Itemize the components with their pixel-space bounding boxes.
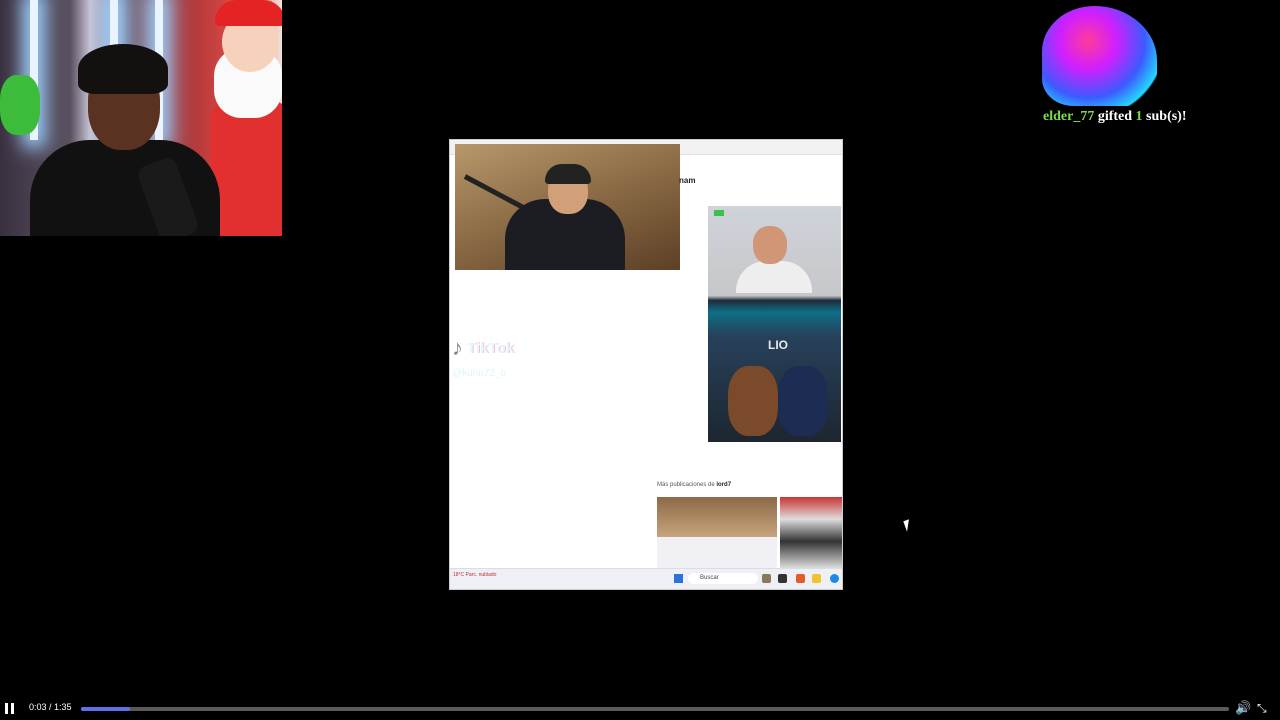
alert-count: 1 <box>1135 109 1143 124</box>
seek-bar-progress <box>81 707 131 711</box>
post-thumbnail-caption <box>657 537 777 571</box>
player-controls: 0:03 / 1:35 🔊 ⤡ <box>0 697 1280 720</box>
time-display: 0:03 / 1:35 <box>29 702 72 712</box>
alert-suffix: sub(s)! <box>1142 109 1187 124</box>
weather-status: 18°C Parc. nublado <box>453 572 497 578</box>
alert-username: elder_77 <box>1043 109 1095 124</box>
tiktok-logo-icon: ♪ <box>452 335 463 360</box>
taskbar-app-icon[interactable] <box>796 574 805 583</box>
volume-button[interactable]: 🔊 <box>1235 701 1251 715</box>
alert-text: elder_77 gifted 1 sub(s)! <box>1043 109 1187 125</box>
more-posts-heading: Más publicaciones de lord7 <box>657 482 731 488</box>
santa-decoration <box>210 100 282 236</box>
windows-taskbar: 18°C Parc. nublado Buscar <box>450 568 842 589</box>
windows-start-icon[interactable] <box>674 574 683 583</box>
side-video-person-shirt <box>736 261 812 293</box>
sub-gift-alert: elder_77 gifted 1 sub(s)! <box>1040 6 1200 126</box>
seek-bar[interactable] <box>81 707 1229 711</box>
time-current: 0:03 <box>29 702 47 712</box>
mouse-cursor-icon <box>903 519 913 532</box>
cartoon-character <box>728 366 778 436</box>
tiktok-handle: @kunn72_o <box>452 368 507 379</box>
cartoon-character <box>778 366 828 436</box>
taskbar-browser-icon[interactable] <box>830 574 839 583</box>
post-thumbnail[interactable] <box>780 497 842 571</box>
pause-icon <box>11 703 14 714</box>
page-heading: nam <box>679 176 696 185</box>
more-posts-prefix: Más publicaciones de <box>657 482 717 488</box>
streamer-hair <box>78 44 168 94</box>
tiktok-watermark: ♪ TikTok <box>452 335 514 361</box>
live-indicator <box>714 210 724 216</box>
side-video-label: LIO <box>768 338 788 352</box>
time-total: 1:35 <box>54 702 72 712</box>
pause-icon <box>5 703 8 714</box>
taskbar-app-icon[interactable] <box>762 574 771 583</box>
taskbar-search[interactable]: Buscar <box>688 573 758 584</box>
exit-fullscreen-icon: ⤡ <box>1257 701 1267 715</box>
side-video-person-face <box>753 226 787 264</box>
frog-emote-icon <box>1042 6 1157 106</box>
pause-button[interactable] <box>5 703 15 714</box>
side-video-thumbnail[interactable]: LIO <box>708 206 841 442</box>
santa-hat <box>215 0 282 26</box>
taskbar-folder-icon[interactable] <box>812 574 821 583</box>
exit-fullscreen-button[interactable]: ⤡ <box>1257 701 1271 715</box>
video-person-cap <box>545 164 591 184</box>
taskbar-app-icon[interactable] <box>778 574 787 583</box>
grinch-decoration <box>0 75 40 135</box>
post-thumbnail[interactable] <box>657 497 777 537</box>
more-posts-user[interactable]: lord7 <box>716 482 731 488</box>
tiktok-wordmark: TikTok <box>467 339 514 357</box>
time-separator: / <box>46 702 55 712</box>
shared-screen: nam LIO ♪ TikTok @kunn72_o Más publicaci… <box>449 139 843 590</box>
alert-action: gifted <box>1094 109 1136 124</box>
volume-icon: 🔊 <box>1235 700 1252 715</box>
webcam-overlay <box>0 0 282 236</box>
main-video-player[interactable] <box>455 144 680 270</box>
